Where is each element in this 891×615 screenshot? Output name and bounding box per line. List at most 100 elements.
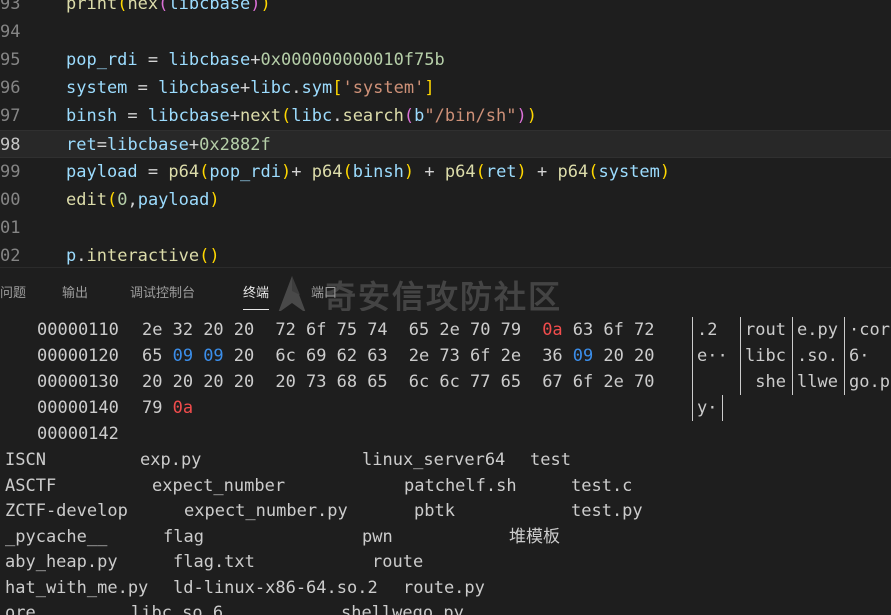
code-token: + (414, 162, 445, 182)
ls-entry: ore (5, 603, 36, 615)
hexdump-byte: 79 (142, 398, 163, 418)
code-token: + (526, 162, 558, 182)
code-token: + (229, 106, 241, 126)
hexdump-byte: 63 (572, 320, 594, 340)
ls-entry: test.c (571, 475, 633, 496)
code-token: = (96, 135, 107, 155)
ls-entry: patchelf.sh (404, 475, 517, 496)
code-token: 0x2882f (199, 135, 271, 155)
hexdump-byte: 20 (172, 372, 194, 392)
hexdump-byte: 20 (603, 346, 624, 366)
code-token: "/bin/sh" (424, 106, 517, 126)
ls-entry: pwn (362, 526, 393, 547)
ls-entry: exp.py (140, 450, 202, 470)
hexdump-byte: 20 (233, 320, 255, 340)
hexdump-byte: 2e (500, 346, 522, 366)
hexdump-byte: 6f (603, 320, 624, 340)
line-number: 97 (0, 106, 21, 126)
hexdump-byte: 72 (634, 320, 655, 340)
hexdump-byte: 67 (542, 372, 563, 392)
code-token: pop_rdi (209, 162, 281, 182)
hexdump-byte: 74 (367, 320, 388, 340)
hexdump-ascii: libc (745, 346, 786, 366)
terminal[interactable]: 00000110 2e 32 20 20 72 6f 75 74 65 2e 70 79 0a 63 6f 72… (0, 311, 891, 615)
code-line[interactable]: 94 (0, 18, 891, 46)
ls-entry: pbtk (414, 501, 455, 521)
code-text: print(hex(libcbase)) (66, 0, 271, 18)
tab-problems[interactable]: 问题 (0, 282, 26, 301)
ls-entry: ld-linux-x86-64.so.2 (173, 577, 378, 598)
hexdump-byte: 6c (439, 372, 460, 392)
hexdump-separator (692, 343, 693, 369)
code-token: payload (66, 162, 138, 182)
line-number: 95 (0, 50, 21, 70)
code-token: = (117, 106, 148, 126)
tab-debug-console[interactable]: 调试控制台 (130, 282, 195, 301)
line-number: 93 (0, 0, 21, 14)
code-token: ) (250, 0, 261, 14)
ls-entry: _pycache__ (5, 526, 108, 547)
code-line[interactable]: 01 (0, 214, 891, 242)
hexdump-ascii: ·cor (849, 320, 890, 340)
code-token: = (127, 78, 159, 98)
code-token: b (414, 106, 425, 126)
ls-entry: aby_heap.py (5, 552, 118, 572)
ls-entry: flag (163, 526, 204, 547)
code-token: ) (260, 0, 271, 14)
ls-entry: flag.txt (173, 552, 255, 572)
hexdump-byte: 62 (336, 346, 358, 366)
code-token: ( (342, 162, 353, 182)
code-line[interactable]: 95 pop_rdi = libcbase+0x000000000010f75b (0, 46, 891, 74)
line-number: 01 (0, 218, 21, 238)
code-token: p64 (444, 162, 476, 182)
code-token: + (250, 50, 261, 70)
hexdump-offset: 00000142 (37, 424, 119, 444)
code-token: + (240, 78, 251, 98)
code-line[interactable]: 99 payload = p64(pop_rdi)+ p64(binsh) + p… (0, 158, 891, 186)
code-token: ) (281, 162, 292, 182)
code-line[interactable]: 00 edit(0,payload) (0, 186, 891, 214)
code-token: ) (526, 106, 537, 126)
hexdump-offset: 00000130 (37, 372, 119, 392)
code-token: sym (301, 78, 333, 98)
hexdump-ascii: llwe (797, 372, 838, 392)
ls-entry: test (530, 450, 571, 470)
code-token: ( (199, 162, 210, 182)
code-line[interactable]: 96 system = libcbase+libc.sym['system'] (0, 74, 891, 102)
code-token: ( (158, 0, 169, 14)
hexdump-byte: 6f (470, 346, 491, 366)
code-line[interactable]: 97 binsh = libcbase+next(libc.search(b"/b… (0, 102, 891, 130)
code-token: libcbase (106, 135, 189, 155)
code-editor[interactable]: 93 print(hex(libcbase)) 94 95 pop_rdi = libc… (0, 0, 891, 267)
code-token: () (199, 246, 220, 266)
code-token: . (76, 246, 87, 266)
code-token: p64 (311, 162, 343, 182)
hexdump-byte: 63 (367, 346, 388, 366)
code-token: pop_rdi (66, 50, 138, 70)
code-token: ) (516, 162, 527, 182)
code-token: , (127, 190, 138, 210)
hexdump-byte: 20 (203, 320, 224, 340)
hexdump-ascii: .so. (797, 346, 838, 366)
tab-output[interactable]: 输出 (62, 282, 88, 301)
hexdump-byte: 77 (470, 372, 491, 392)
code-text: ret=libcbase+0x2882f (66, 131, 271, 159)
hexdump-byte: 6f (306, 320, 327, 340)
ls-entry: route (372, 552, 424, 572)
code-line[interactable]: 98 ret=libcbase+0x2882f (0, 130, 891, 158)
hexdump-byte: 70 (634, 372, 655, 392)
code-line[interactable]: 02 p.interactive() (0, 242, 891, 267)
hexdump-byte: 65 (142, 346, 163, 366)
hexdump-byte: 79 (500, 320, 522, 340)
code-text: pop_rdi = libcbase+0x000000000010f75b (66, 46, 445, 74)
tab-terminal[interactable]: 终端 (243, 282, 270, 310)
ls-entry: test.py (571, 501, 643, 521)
hexdump-byte: 09 (203, 346, 224, 366)
code-text: edit(0,payload) (66, 186, 220, 214)
hexdump-byte: 09 (172, 346, 194, 366)
code-line[interactable]: 93 print(hex(libcbase)) (0, 0, 891, 18)
code-token: = (137, 162, 169, 182)
code-token: libcbase (147, 106, 230, 126)
code-token: [ (332, 78, 343, 98)
hexdump-ascii: rout (745, 320, 786, 340)
